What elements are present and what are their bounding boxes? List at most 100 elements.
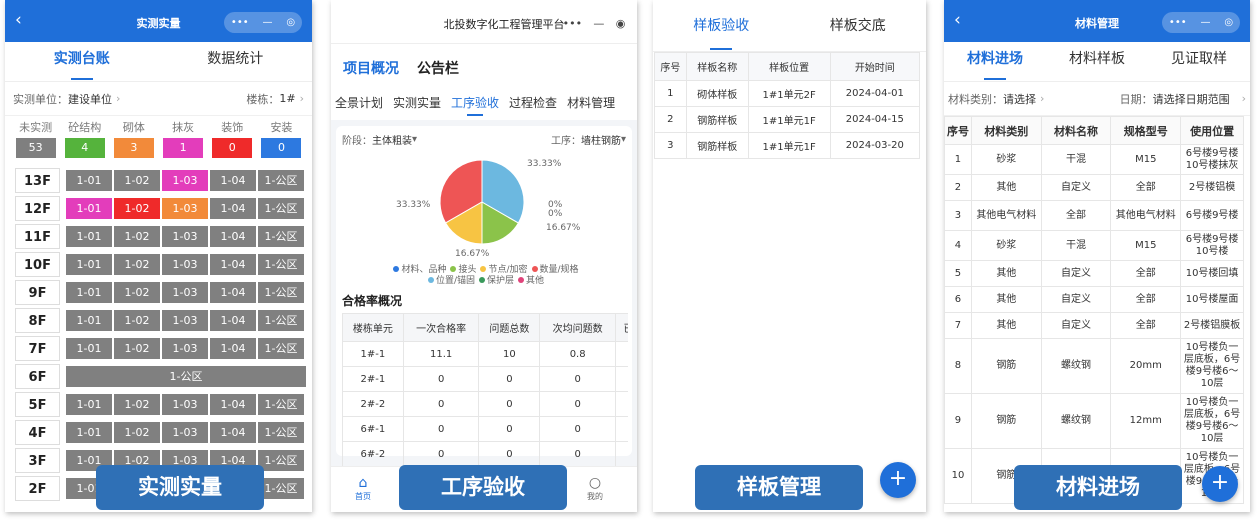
close-circle-icon[interactable]: ◎: [1224, 17, 1233, 28]
unit-cell[interactable]: 1-公区: [258, 477, 304, 499]
unit-cell[interactable]: 1-公区: [258, 281, 304, 303]
legend-item[interactable]: 节点/加密: [476, 265, 528, 275]
tab-material-entry[interactable]: 材料进场: [944, 42, 1046, 82]
unit-cell[interactable]: 1-公区: [258, 197, 304, 219]
legend-item[interactable]: 位置/锚固: [424, 276, 475, 286]
unit-cell[interactable]: 1-公区: [258, 253, 304, 275]
unit-cell[interactable]: 1-02: [114, 281, 160, 303]
unit-cell[interactable]: 1-01: [66, 309, 112, 331]
table-row[interactable]: 5 其他 自定义 全部 10号楼回填: [944, 260, 1244, 287]
table-row[interactable]: 4 砂浆 干混 M15 6号楼9号楼10号楼: [944, 230, 1244, 261]
process-select[interactable]: 墙柱钢筋: [581, 132, 621, 147]
add-button[interactable]: +: [880, 462, 916, 498]
minimize-icon[interactable]: —: [1200, 17, 1210, 28]
tab-measurement-ledger[interactable]: 实测台账: [5, 42, 159, 82]
capsule-menu[interactable]: ••• — ◎: [224, 12, 302, 33]
unit-cell[interactable]: 1-公区: [258, 449, 304, 471]
table-row[interactable]: 2#-10000: [342, 366, 628, 392]
minimize-icon[interactable]: —: [593, 17, 604, 30]
tab-material-sample[interactable]: 材料样板: [1046, 42, 1148, 82]
unit-cell[interactable]: 1-03: [162, 281, 208, 303]
table-row[interactable]: 6 其他 自定义 全部 10号楼屋面: [944, 286, 1244, 313]
table-row[interactable]: 2#-20000: [342, 391, 628, 417]
tab-data-statistics[interactable]: 数据统计: [159, 42, 313, 82]
subtab-panorama-plan[interactable]: 全景计划: [335, 92, 383, 120]
unit-cell[interactable]: 1-01: [66, 197, 112, 219]
unit-cell[interactable]: 1-03: [162, 421, 208, 443]
add-button[interactable]: +: [1202, 466, 1238, 502]
unit-cell[interactable]: 1-01: [66, 337, 112, 359]
table-row[interactable]: 3 钢筋样板 1#1单元1F 2024-03-20: [654, 132, 921, 159]
unit-cell[interactable]: 1-03: [162, 169, 208, 191]
stage-select[interactable]: 主体粗装: [372, 132, 412, 147]
stat-item[interactable]: 安装 0: [257, 120, 306, 158]
unit-cell[interactable]: 1-02: [114, 225, 160, 247]
unit-cell[interactable]: 1-02: [114, 169, 160, 191]
unit-cell[interactable]: 1-04: [210, 309, 256, 331]
stat-item[interactable]: 装饰 0: [208, 120, 257, 158]
unit-cell[interactable]: 1-04: [210, 197, 256, 219]
subtab-material-management[interactable]: 材料管理: [567, 92, 615, 120]
tab-witness-sampling[interactable]: 见证取样: [1148, 42, 1250, 82]
unit-cell[interactable]: 1-02: [114, 337, 160, 359]
subtab-process-inspection[interactable]: 过程检查: [509, 92, 557, 120]
table-row[interactable]: 2 钢筋样板 1#1单元1F 2024-04-15: [654, 106, 921, 133]
unit-select[interactable]: 建设单位: [68, 91, 112, 107]
table-row[interactable]: 1 砂浆 干混 M15 6号楼9号楼10号楼抹灰: [944, 144, 1244, 175]
tab-sample-acceptance[interactable]: 样板验收: [653, 0, 790, 52]
stat-item[interactable]: 未实测 53: [11, 120, 60, 158]
more-icon[interactable]: •••: [563, 17, 582, 30]
close-circle-icon[interactable]: ◉: [616, 17, 626, 30]
unit-cell[interactable]: 1-01: [66, 393, 112, 415]
unit-cell[interactable]: 1-02: [114, 421, 160, 443]
unit-cell[interactable]: 1-04: [210, 225, 256, 247]
nav-home[interactable]: ⌂ 首页: [355, 475, 371, 502]
tab-project-overview[interactable]: 项目概况: [343, 58, 399, 78]
unit-cell[interactable]: 1-03: [162, 225, 208, 247]
unit-cell[interactable]: 1-03: [162, 253, 208, 275]
unit-cell[interactable]: 1-02: [114, 197, 160, 219]
unit-cell[interactable]: 1-公区: [258, 169, 304, 191]
table-row[interactable]: 8 钢筋 螺纹钢 20mm 10号楼负一层底板，6号楼9号楼6～10层: [944, 338, 1244, 394]
nav-mine[interactable]: ○ 我的: [587, 475, 603, 502]
unit-cell[interactable]: 1-04: [210, 421, 256, 443]
legend-item[interactable]: 其他: [514, 276, 544, 286]
unit-cell[interactable]: 1-01: [66, 281, 112, 303]
unit-cell[interactable]: 1-公区: [258, 421, 304, 443]
legend-item[interactable]: 数量/规格: [528, 265, 579, 275]
unit-cell[interactable]: 1-04: [210, 253, 256, 275]
unit-cell[interactable]: 1-04: [210, 393, 256, 415]
more-icon[interactable]: •••: [231, 17, 249, 28]
unit-cell[interactable]: 1-公区: [258, 309, 304, 331]
subtab-process-acceptance[interactable]: 工序验收: [451, 92, 499, 120]
unit-cell[interactable]: 1-01: [66, 169, 112, 191]
more-icon[interactable]: •••: [1169, 17, 1187, 28]
tab-bulletin[interactable]: 公告栏: [417, 58, 459, 78]
unit-cell[interactable]: 1-公区: [258, 225, 304, 247]
unit-cell[interactable]: 1-公区: [66, 365, 306, 387]
table-row[interactable]: 1#-111.1100.84: [342, 341, 628, 367]
table-row[interactable]: 3 其他电气材料 全部 其他电气材料 6号楼9号楼: [944, 200, 1244, 231]
unit-cell[interactable]: 1-03: [162, 309, 208, 331]
unit-cell[interactable]: 1-01: [66, 421, 112, 443]
table-row[interactable]: 7 其他 自定义 全部 2号楼铝膜板: [944, 312, 1244, 339]
unit-cell[interactable]: 1-03: [162, 337, 208, 359]
stat-item[interactable]: 砼结构 4: [60, 120, 109, 158]
subtab-measurement[interactable]: 实测实量: [393, 92, 441, 120]
unit-cell[interactable]: 1-04: [210, 281, 256, 303]
capsule-menu[interactable]: ••• — ◎: [1162, 12, 1240, 33]
stat-item[interactable]: 抹灰 1: [159, 120, 208, 158]
unit-cell[interactable]: 1-01: [66, 253, 112, 275]
stat-item[interactable]: 砌体 3: [109, 120, 158, 158]
unit-cell[interactable]: 1-公区: [258, 393, 304, 415]
legend-item[interactable]: 材料、品种: [389, 265, 446, 275]
capsule-menu[interactable]: ••• — ◉: [557, 13, 631, 33]
close-circle-icon[interactable]: ◎: [286, 17, 295, 28]
unit-cell[interactable]: 1-03: [162, 197, 208, 219]
legend-item[interactable]: 保护层: [475, 276, 514, 286]
unit-cell[interactable]: 1-04: [210, 337, 256, 359]
unit-cell[interactable]: 1-公区: [258, 337, 304, 359]
minimize-icon[interactable]: —: [262, 17, 272, 28]
tab-sample-briefing[interactable]: 样板交底: [790, 0, 927, 52]
building-select[interactable]: 1#: [279, 92, 295, 105]
